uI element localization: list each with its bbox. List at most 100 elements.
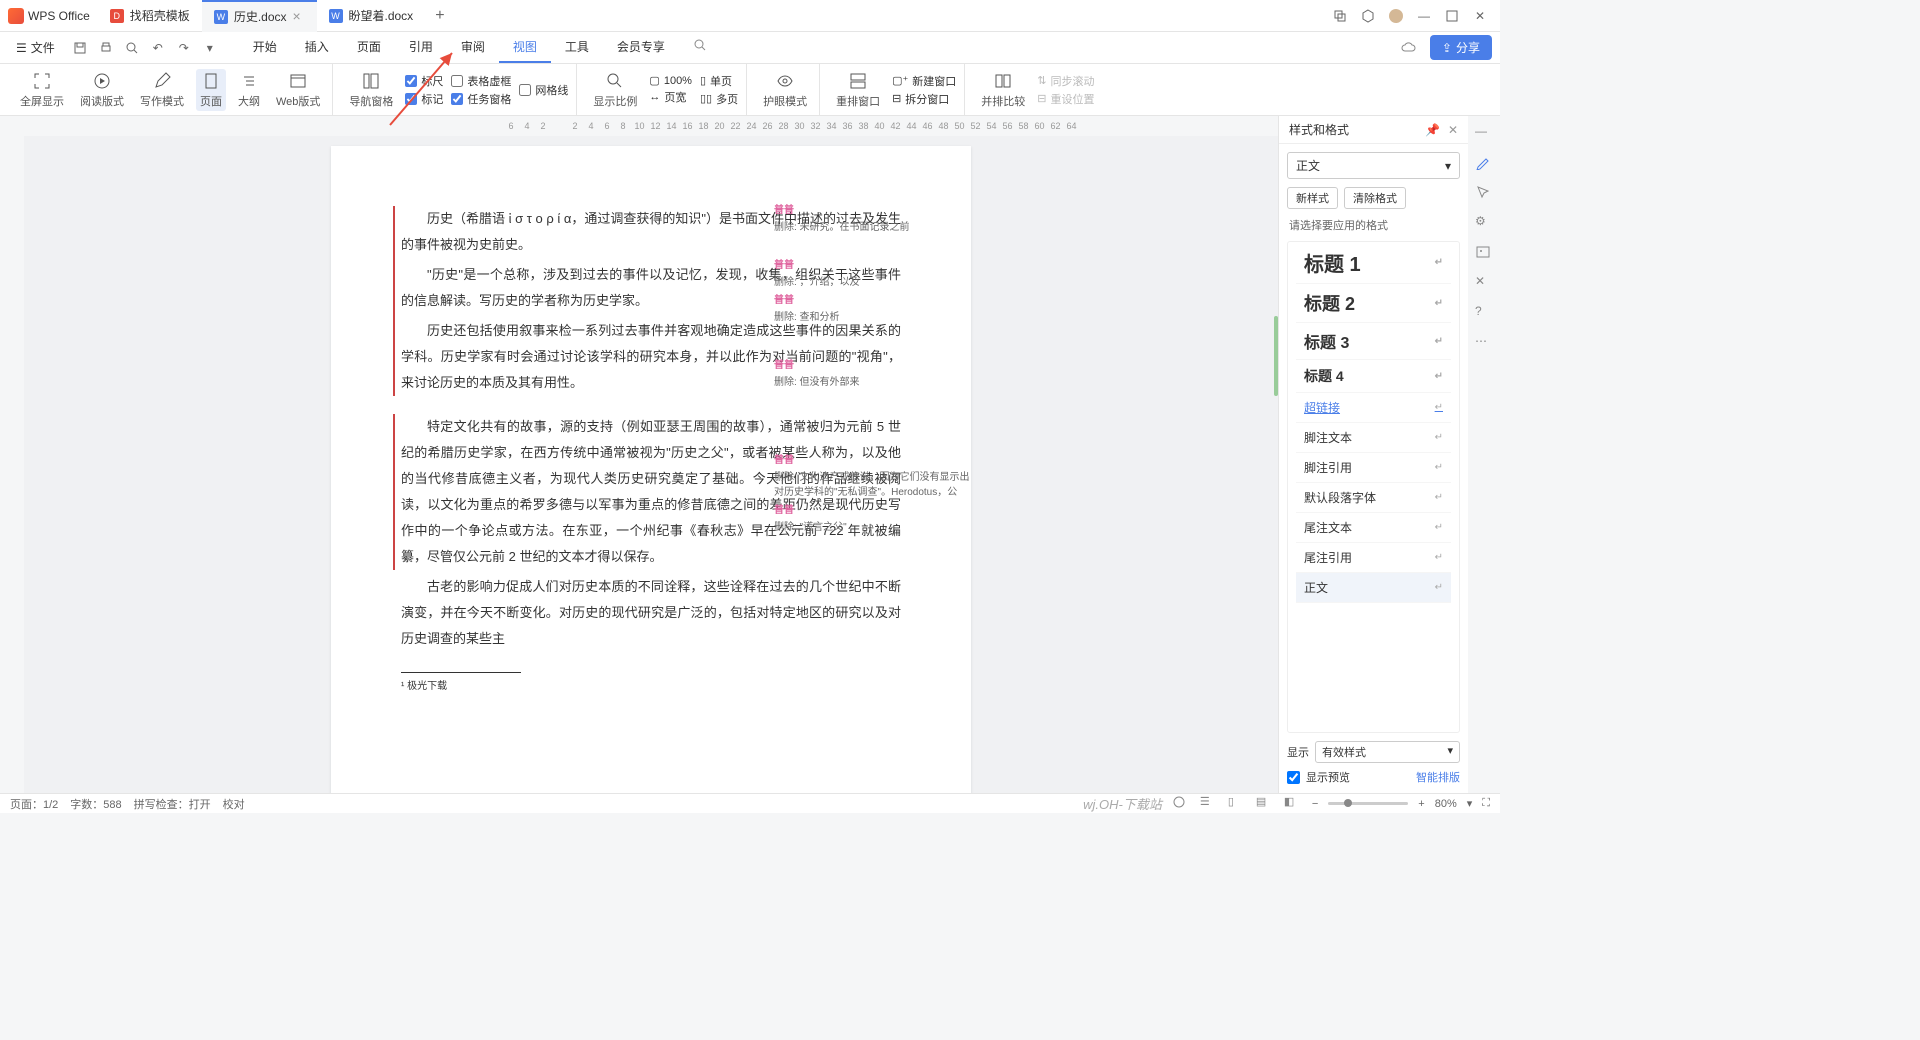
page-status[interactable]: 页面：1/2	[10, 796, 58, 812]
document-area[interactable]: 6422468101214161820222426283032343638404…	[24, 116, 1278, 793]
tablegrid-checkbox[interactable]: 表格虚框	[451, 73, 511, 89]
tab-page[interactable]: 页面	[343, 32, 395, 63]
taskpane-checkbox[interactable]: 任务窗格	[451, 91, 511, 107]
more-icon[interactable]: ⋯	[1475, 334, 1493, 352]
ruler-checkbox[interactable]: 标尺	[405, 73, 443, 89]
share-button[interactable]: ⇪ 分享	[1430, 35, 1492, 60]
tab-tools[interactable]: 工具	[551, 32, 603, 63]
splitwin-button[interactable]: ⊟拆分窗口	[892, 91, 956, 107]
tab-member[interactable]: 会员专享	[603, 32, 679, 63]
chevron-down-icon[interactable]: ▾	[1467, 797, 1473, 810]
search-icon[interactable]	[679, 32, 721, 63]
view-read-icon[interactable]: ▤	[1256, 795, 1274, 813]
style-item[interactable]: 超链接↵	[1296, 393, 1451, 423]
tab-references[interactable]: 引用	[395, 32, 447, 63]
spellcheck-status[interactable]: 拼写检查：打开	[134, 796, 211, 812]
tab-start[interactable]: 开始	[239, 32, 291, 63]
tab-history-doc[interactable]: W 历史.docx ×	[202, 0, 317, 32]
style-item[interactable]: 标题 4↵	[1296, 360, 1451, 393]
tab-templates[interactable]: D 找稻壳模板	[98, 0, 202, 32]
style-item[interactable]: 脚注引用↵	[1296, 453, 1451, 483]
redo-icon[interactable]: ↷	[175, 39, 193, 57]
save-icon[interactable]	[71, 39, 89, 57]
revision-marker[interactable]: 普普删除: "谎言之父"	[774, 501, 847, 533]
singlepage-button[interactable]: ▯单页	[700, 73, 738, 89]
readmode-button[interactable]: 阅读版式	[76, 69, 128, 111]
scroll-indicator[interactable]	[1274, 316, 1278, 396]
new-tab-button[interactable]: +	[425, 7, 454, 25]
navpane-button[interactable]: 导航窗格	[345, 69, 397, 111]
user-avatar[interactable]	[1388, 8, 1404, 24]
file-menu[interactable]: ☰ 文件	[8, 37, 63, 58]
pin-icon[interactable]: 📌	[1425, 123, 1440, 137]
revision-marker[interactable]: 普普删除: 但没有外部来	[774, 356, 860, 388]
tab-panwang-doc[interactable]: W 盼望着.docx	[317, 0, 426, 32]
current-style-dropdown[interactable]: 正文 ▾	[1287, 152, 1460, 179]
new-style-button[interactable]: 新样式	[1287, 187, 1338, 209]
newwin-button[interactable]: ▢⁺新建窗口	[892, 73, 956, 89]
cube-icon[interactable]	[1360, 8, 1376, 24]
zoom-100-button[interactable]: ▢100%	[649, 74, 692, 87]
style-list[interactable]: 标题 1↵标题 2↵标题 3↵标题 4↵超链接↵脚注文本↵脚注引用↵默认段落字体…	[1287, 241, 1460, 733]
style-item[interactable]: 尾注文本↵	[1296, 513, 1451, 543]
word-count[interactable]: 字数：588	[70, 796, 121, 812]
style-item[interactable]: 默认段落字体↵	[1296, 483, 1451, 513]
tools-icon[interactable]: ✕	[1475, 274, 1493, 292]
format-brush-icon[interactable]	[1475, 154, 1493, 172]
preview-checkbox[interactable]: 显示预览 智能排版	[1287, 769, 1460, 785]
settings-icon[interactable]: ⚙	[1475, 214, 1493, 232]
webview-button[interactable]: Web版式	[272, 69, 324, 111]
close-icon[interactable]: ×	[293, 11, 305, 23]
style-item[interactable]: 标题 1↵	[1296, 242, 1451, 284]
image-icon[interactable]	[1475, 244, 1493, 262]
view-web-icon[interactable]	[1172, 795, 1190, 813]
qat-dropdown-icon[interactable]: ▾	[201, 39, 219, 57]
print-preview-icon[interactable]	[123, 39, 141, 57]
fullscreen-icon[interactable]: ⛶	[1482, 797, 1490, 810]
outline-button[interactable]: 大纲	[234, 69, 264, 111]
clear-format-button[interactable]: 清除格式	[1344, 187, 1406, 209]
paragraph[interactable]: 古老的影响力促成人们对历史本质的不同诠释，这些诠释在过去的几个世纪中不断演变，并…	[401, 574, 901, 652]
multipage-button[interactable]: ▯▯多页	[700, 91, 738, 107]
tab-view[interactable]: 视图	[499, 32, 551, 63]
select-icon[interactable]	[1475, 184, 1493, 202]
sidebyside-button[interactable]: 并排比较	[977, 69, 1029, 111]
zoom-level[interactable]: 80%	[1435, 798, 1457, 810]
style-item[interactable]: 标题 3↵	[1296, 323, 1451, 360]
tab-review[interactable]: 审阅	[447, 32, 499, 63]
style-item[interactable]: 脚注文本↵	[1296, 423, 1451, 453]
zoom-thumb[interactable]	[1344, 799, 1352, 807]
style-item[interactable]: 尾注引用↵	[1296, 543, 1451, 573]
revision-marker[interactable]: 普普删除: 查和分析	[774, 291, 840, 323]
print-icon[interactable]	[97, 39, 115, 57]
pagewidth-button[interactable]: ↔页宽	[649, 89, 692, 105]
collapse-icon[interactable]: —	[1475, 124, 1493, 142]
smart-layout-link[interactable]: 智能排版	[1416, 769, 1460, 785]
marks-checkbox[interactable]: 标记	[405, 91, 443, 107]
style-item[interactable]: 标题 2↵	[1296, 284, 1451, 323]
tab-insert[interactable]: 插入	[291, 32, 343, 63]
style-item[interactable]: 正文↵	[1296, 573, 1451, 603]
revision-marker[interactable]: 普普删除: 文化遗产或传说，因为它们没有显示出对历史学科的"无私调查"。Hero…	[774, 451, 974, 498]
undo-icon[interactable]: ↶	[149, 39, 167, 57]
eyecare-button[interactable]: 护眼模式	[759, 69, 811, 111]
close-icon[interactable]: ✕	[1472, 8, 1488, 24]
zoom-in-button[interactable]: +	[1418, 798, 1424, 810]
help-icon[interactable]: ?	[1475, 304, 1493, 322]
rearrange-button[interactable]: 重排窗口	[832, 69, 884, 111]
zoom-out-button[interactable]: −	[1312, 798, 1318, 810]
revision-marker[interactable]: 普普删除: 未研究。在书面记录之前	[774, 201, 910, 233]
multiwindow-icon[interactable]	[1332, 8, 1348, 24]
minimize-icon[interactable]: —	[1416, 8, 1432, 24]
revision-marker[interactable]: 普普删除: ，介绍，以及	[774, 256, 860, 288]
gridlines-checkbox[interactable]: 网格线	[519, 82, 568, 98]
writemode-button[interactable]: 写作模式	[136, 69, 188, 111]
zoomratio-button[interactable]: 显示比例	[589, 69, 641, 111]
maximize-icon[interactable]	[1444, 8, 1460, 24]
zoom-slider[interactable]	[1328, 802, 1408, 805]
close-icon[interactable]: ✕	[1448, 123, 1458, 137]
pageview-button[interactable]: 页面	[196, 69, 226, 111]
cloud-icon[interactable]	[1400, 39, 1418, 57]
show-filter-select[interactable]: 有效样式 ▾	[1315, 741, 1460, 763]
view-page-icon[interactable]: ▯	[1228, 795, 1246, 813]
